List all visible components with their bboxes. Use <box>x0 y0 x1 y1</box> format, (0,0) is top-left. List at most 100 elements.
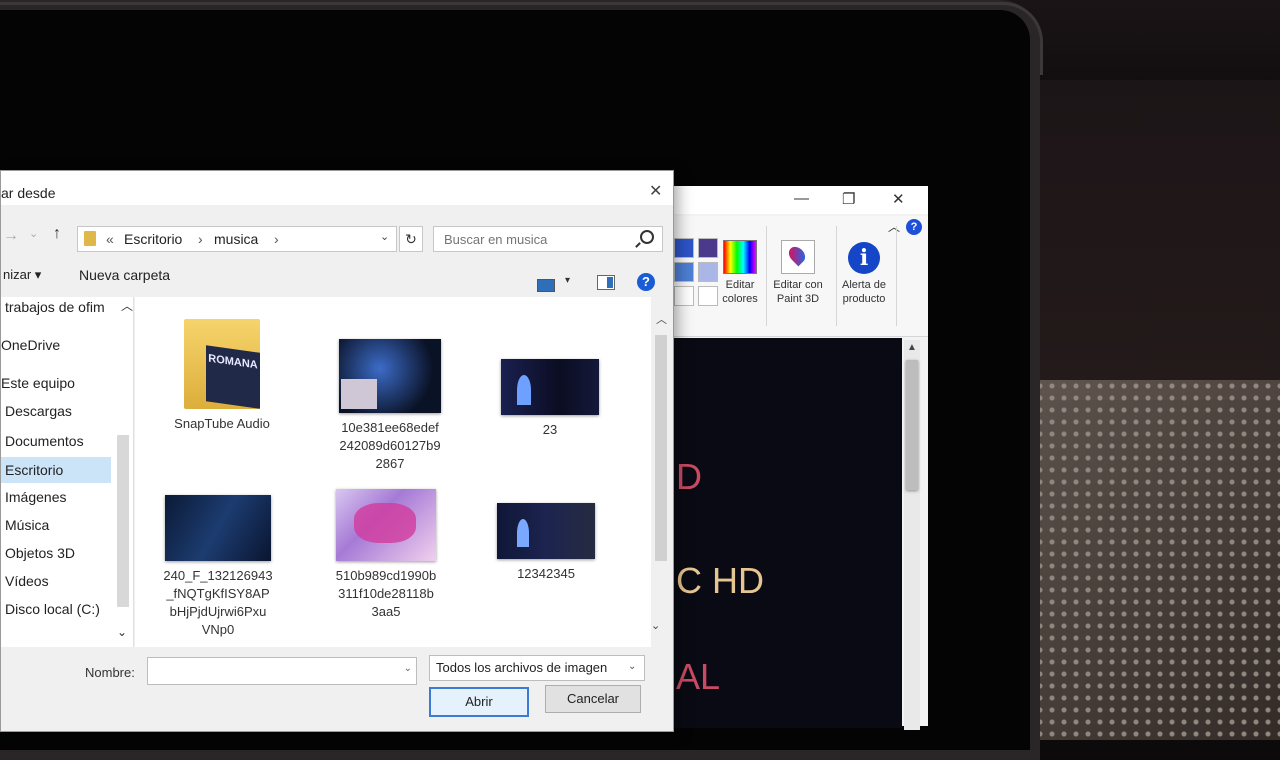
background-right <box>1035 80 1280 400</box>
paint-window: — ❐ ✕ ︿ ? Editar colores Editar con Pain… <box>660 186 928 730</box>
ribbon-divider <box>896 226 897 326</box>
view-mode-icon[interactable] <box>537 279 555 292</box>
paint-ribbon: ︿ ? Editar colores Editar con Paint 3D i… <box>660 216 928 337</box>
image-thumbnail <box>165 495 271 561</box>
file-name: 23 <box>542 422 558 437</box>
color-swatch[interactable] <box>674 262 694 282</box>
edit-colors-button[interactable]: Editar colores <box>720 240 760 306</box>
file-list: SnapTube Audio 10e381ee68edef 242089d601… <box>135 297 651 647</box>
scroll-up-icon[interactable]: ︿ <box>656 311 667 327</box>
file-item[interactable]: 12342345 <box>481 503 611 583</box>
sidebar-item-onedrive[interactable]: OneDrive <box>1 337 60 353</box>
paint-scrollbar[interactable]: ▲ <box>904 340 920 730</box>
refresh-button[interactable]: ↻ <box>399 226 423 252</box>
file-name: 510b989cd1990b 311f10de28118b 3aa5 <box>335 568 437 619</box>
color-swatch[interactable] <box>674 238 694 258</box>
file-item[interactable]: 240_F_132126943 _fNQTgKfISY8AP bHjPjdUjr… <box>153 495 283 639</box>
chevron-down-icon[interactable]: ⌄ <box>380 230 389 243</box>
sidebar-item-imagenes[interactable]: Imágenes <box>5 489 66 505</box>
restore-icon[interactable]: ❐ <box>842 190 855 208</box>
organize-button[interactable]: nizar ▾ <box>3 267 41 283</box>
edit-paint3d-label: Editar con Paint 3D <box>773 279 823 305</box>
background-fabric <box>1010 380 1280 740</box>
minimize-icon[interactable]: — <box>794 190 809 207</box>
cancel-button[interactable]: Cancelar <box>545 685 641 713</box>
color-swatch[interactable] <box>698 262 718 282</box>
command-bar: nizar ▾ Nueva carpeta ▾ ? <box>1 263 673 293</box>
chevron-down-icon[interactable]: ⌄ <box>404 663 412 674</box>
close-icon[interactable]: ✕ <box>892 190 905 208</box>
product-alert-label: Alerta de producto <box>841 279 887 305</box>
sidebar-item-objetos3d[interactable]: Objetos 3D <box>5 545 75 561</box>
chevron-down-icon[interactable]: ⌄ <box>117 625 127 639</box>
file-name: 240_F_132126943 _fNQTgKfISY8AP bHjPjdUjr… <box>163 568 273 637</box>
edit-colors-label: Editar colores <box>722 279 758 305</box>
canvas-text: D <box>676 456 702 497</box>
color-swatch[interactable] <box>698 286 718 306</box>
sidebar-item-escritorio[interactable]: Escritorio <box>1 457 111 483</box>
breadcrumb-overflow[interactable]: « <box>106 231 114 247</box>
view-dropdown-icon[interactable]: ▾ <box>565 275 570 286</box>
paint-canvas[interactable]: D C HD AL <box>670 338 902 728</box>
chevron-up-icon[interactable]: ︿ <box>121 297 133 314</box>
sidebar-item-este-equipo[interactable]: Este equipo <box>1 375 75 391</box>
sidebar-scroll-thumb[interactable] <box>117 435 129 607</box>
chevron-right-icon[interactable]: › <box>274 231 279 247</box>
folder-icon <box>184 319 260 409</box>
sidebar-item-musica[interactable]: Música <box>5 517 49 533</box>
search-box[interactable] <box>433 226 663 252</box>
file-item[interactable]: 510b989cd1990b 311f10de28118b 3aa5 <box>321 489 451 621</box>
breadcrumb-escritorio[interactable]: Escritorio <box>124 231 182 247</box>
file-item[interactable]: 23 <box>485 359 615 439</box>
scroll-thumb[interactable] <box>655 335 667 561</box>
file-item[interactable]: 10e381ee68edef 242089d60127b9 2867 <box>325 339 455 473</box>
new-folder-button[interactable]: Nueva carpeta <box>79 267 170 283</box>
folder-icon <box>84 231 96 246</box>
dialog-titlebar: ar desde ✕ <box>1 171 673 205</box>
chevron-down-icon[interactable]: ⌄ <box>29 227 38 240</box>
navigation-bar: → ⌄ ↑ « Escritorio › musica › ⌄ ↻ <box>1 223 673 257</box>
file-list-scrollbar[interactable]: ︿ ⌄ <box>651 311 669 641</box>
file-type-value: Todos los archivos de imagen <box>436 660 608 675</box>
sidebar-item-videos[interactable]: Vídeos <box>5 573 49 589</box>
chevron-right-icon[interactable]: › <box>198 231 203 247</box>
close-icon[interactable]: ✕ <box>649 181 662 201</box>
search-input[interactable] <box>442 227 636 251</box>
sidebar-item-descargas[interactable]: Descargas <box>5 403 72 419</box>
color-swatch[interactable] <box>698 238 718 258</box>
help-icon[interactable]: ? <box>637 273 655 291</box>
color-swatch[interactable] <box>674 286 694 306</box>
up-arrow-icon[interactable]: ↑ <box>53 225 61 243</box>
search-icon[interactable] <box>640 230 654 244</box>
navigation-pane: ︿ trabajos de ofim OneDrive Este equipo … <box>1 297 134 647</box>
breadcrumb-musica[interactable]: musica <box>214 231 258 247</box>
sidebar-item-trabajos[interactable]: trabajos de ofim <box>5 299 105 315</box>
file-name: SnapTube Audio <box>174 416 270 431</box>
open-dialog: ar desde ✕ → ⌄ ↑ « Escritorio › musica ›… <box>0 170 674 732</box>
info-icon: i <box>848 242 880 274</box>
collapse-ribbon-icon[interactable]: ︿ <box>888 218 900 235</box>
preview-pane-icon[interactable] <box>597 275 615 290</box>
scroll-up-icon[interactable]: ▲ <box>907 342 917 353</box>
sidebar-item-disco-local[interactable]: Disco local (C:) <box>5 601 100 617</box>
image-thumbnail <box>497 503 595 559</box>
address-bar[interactable]: « Escritorio › musica › ⌄ <box>77 226 397 252</box>
scroll-down-icon[interactable]: ⌄ <box>651 619 660 632</box>
chevron-down-icon: ⌄ <box>628 661 637 672</box>
refresh-icon: ↻ <box>405 231 417 247</box>
file-item[interactable]: SnapTube Audio <box>157 319 287 433</box>
forward-arrow-icon[interactable]: → <box>3 227 19 245</box>
canvas-text: C HD <box>676 560 764 601</box>
sidebar-item-documentos[interactable]: Documentos <box>5 433 84 449</box>
dialog-title: ar desde <box>1 185 56 201</box>
help-icon[interactable]: ? <box>906 219 922 235</box>
product-alert-button[interactable]: i Alerta de producto <box>838 242 890 306</box>
image-thumbnail <box>339 339 441 413</box>
open-button[interactable]: Abrir <box>429 687 529 717</box>
file-name: 10e381ee68edef 242089d60127b9 2867 <box>339 420 441 471</box>
scroll-thumb[interactable] <box>906 360 918 490</box>
filename-input[interactable]: ⌄ <box>147 657 417 685</box>
file-type-select[interactable]: Todos los archivos de imagen ⌄ <box>429 655 645 681</box>
ribbon-divider <box>766 226 767 326</box>
edit-paint3d-button[interactable]: Editar con Paint 3D <box>770 240 826 306</box>
